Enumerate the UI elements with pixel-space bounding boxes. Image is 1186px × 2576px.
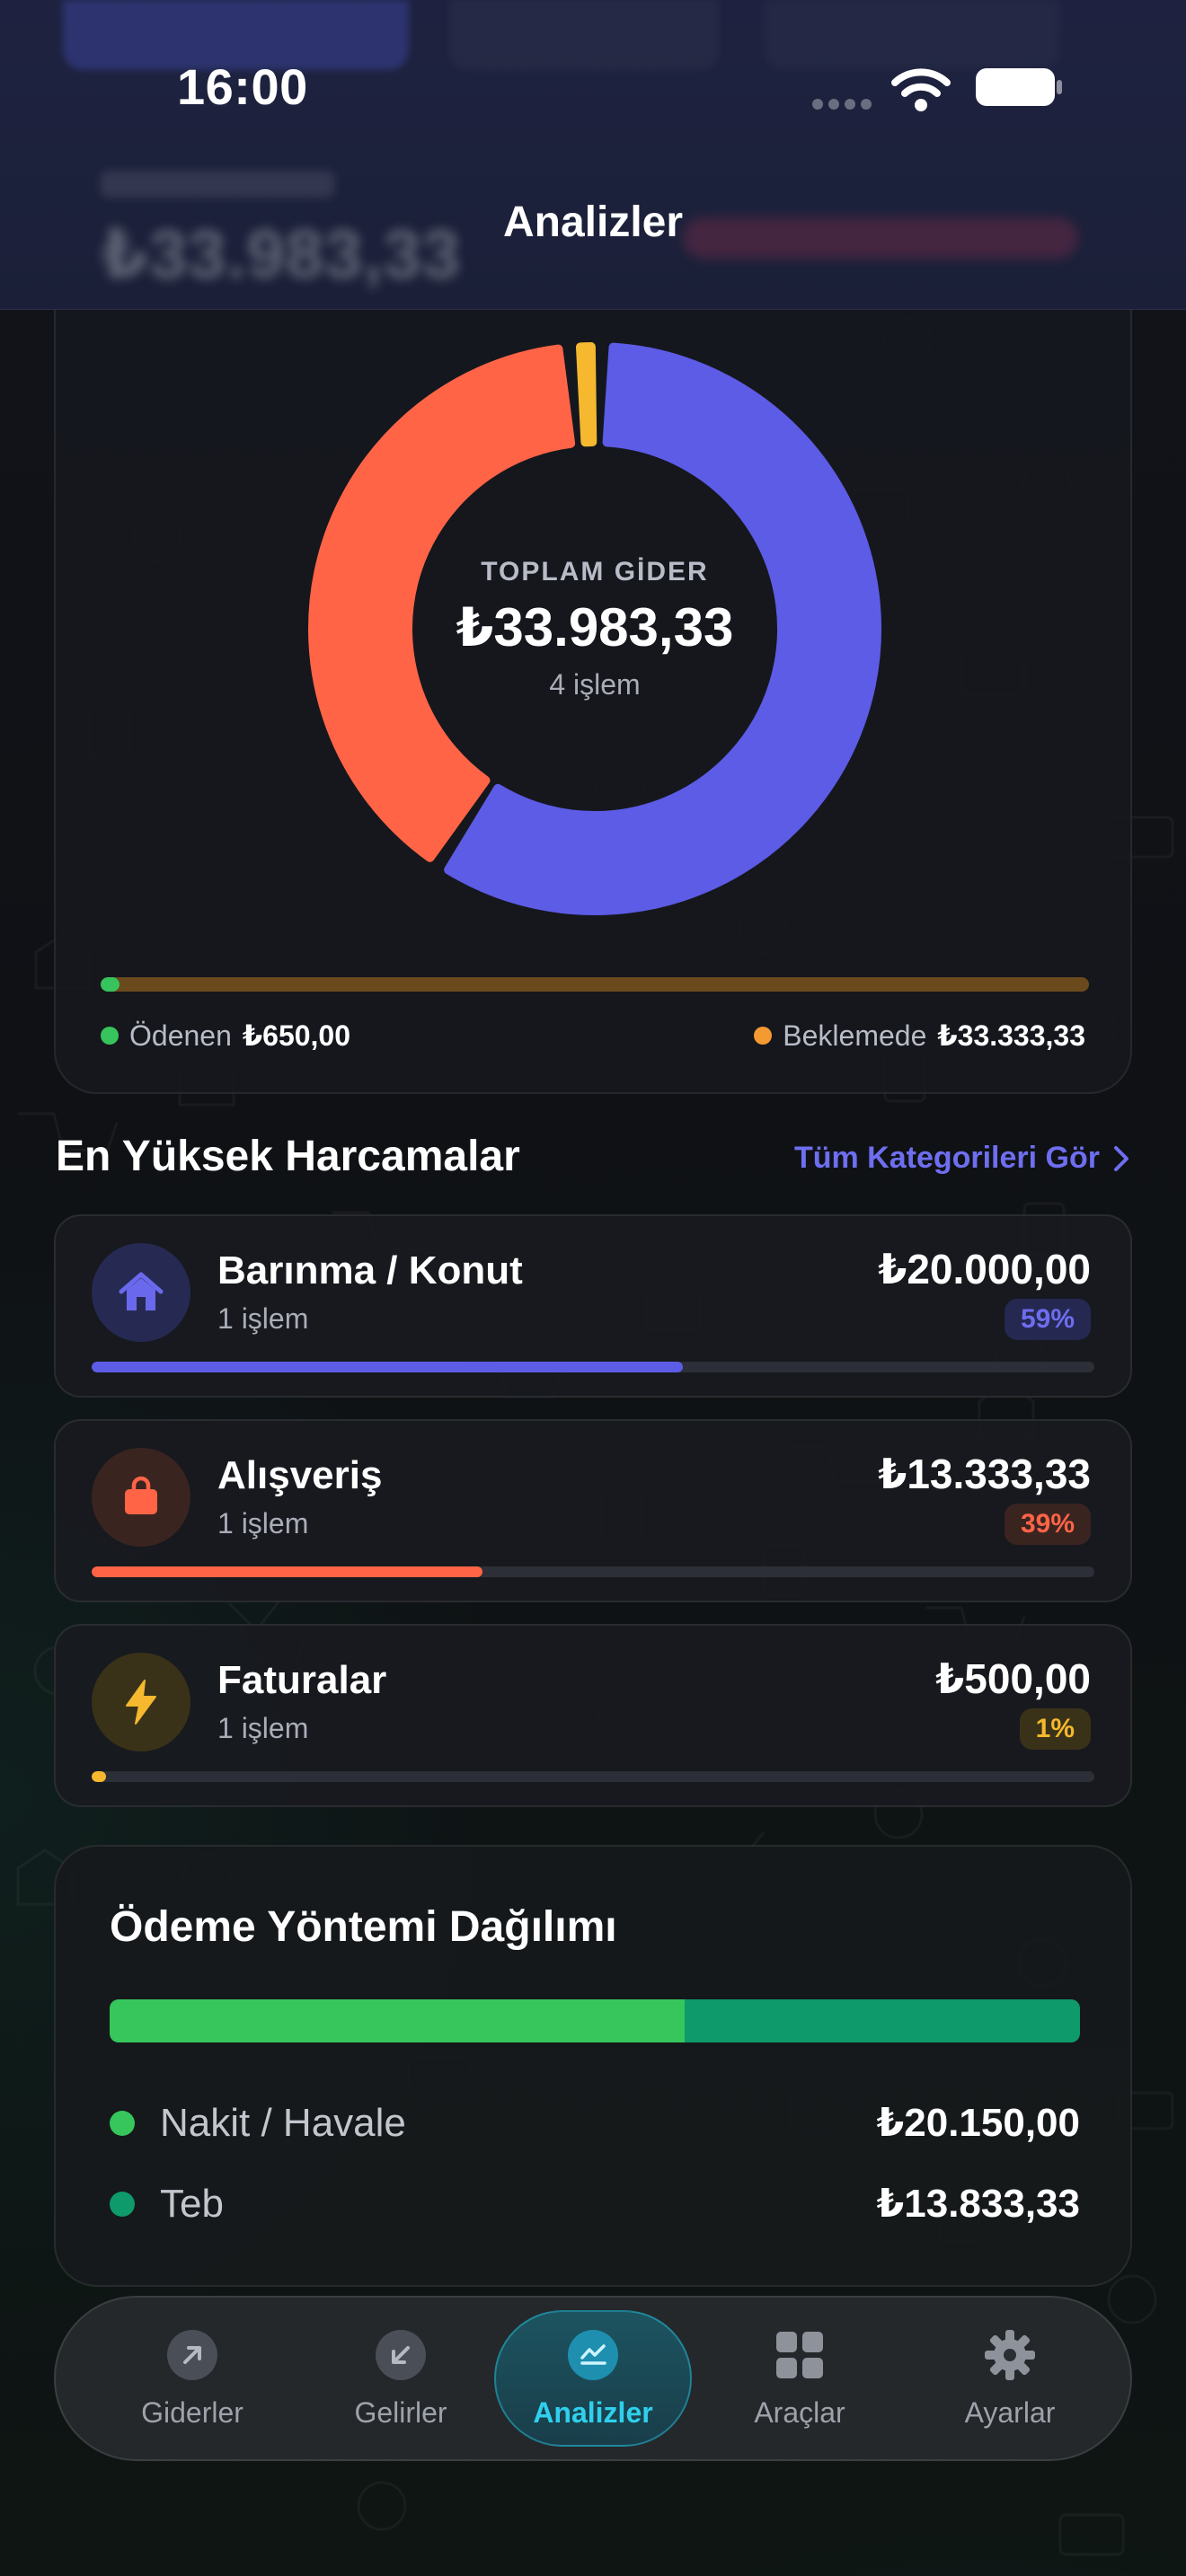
category-icon-shopping — [92, 1448, 190, 1547]
page-title: Analizler — [502, 198, 684, 246]
chart-icon — [568, 2329, 618, 2380]
legend-pending: Beklemede ₺33.333,33 — [754, 1019, 1085, 1053]
donut-total-amount: ₺33.983,33 — [456, 596, 734, 657]
category-count: 1 işlem — [217, 1302, 309, 1335]
tab-label: Ayarlar — [964, 2395, 1056, 2429]
category-progress-fill — [92, 1362, 684, 1372]
signal-icon — [812, 99, 872, 110]
category-amount: ₺13.333,33 — [878, 1451, 1091, 1497]
category-card-bills[interactable]: Faturalar 1 işlem ₺500,00 1% — [54, 1624, 1132, 1807]
pending-value: ₺33.333,33 — [937, 1019, 1085, 1052]
donut-transaction-count: 4 işlem — [549, 667, 641, 701]
arrow-up-right-icon — [167, 2329, 217, 2380]
tab-analytics[interactable]: Analizler — [494, 2310, 692, 2447]
see-all-label: Tüm Kategorileri Gör — [793, 1141, 1100, 1175]
arrow-down-left-icon — [376, 2329, 426, 2380]
chevron-right-icon — [1114, 1145, 1128, 1171]
category-progress-fill — [92, 1771, 106, 1782]
category-percent-badge: 1% — [1019, 1708, 1091, 1750]
payment-method-title: Ödeme Yöntemi Dağılımı — [110, 1903, 617, 1951]
teb-dot-icon — [110, 2191, 135, 2217]
lightning-icon — [126, 1680, 156, 1725]
cash-dot-icon — [110, 2110, 135, 2136]
payment-method-segment-2 — [685, 1999, 1080, 2042]
home-icon — [119, 1272, 164, 1310]
tab-expenses[interactable]: Giderler — [93, 2310, 291, 2447]
category-name: Alışveriş — [217, 1453, 383, 1497]
payment-progress-fill — [101, 977, 119, 992]
category-count: 1 işlem — [217, 1507, 309, 1539]
category-progress-fill — [92, 1566, 483, 1577]
payment-progress-bar — [101, 977, 1089, 992]
see-all-categories-link[interactable]: Tüm Kategorileri Gör — [794, 1141, 1130, 1176]
donut-caption: TOPLAM GİDER — [481, 556, 709, 587]
tab-tools[interactable]: Araçlar — [701, 2310, 898, 2447]
category-card-housing[interactable]: Barınma / Konut 1 işlem ₺20.000,00 59% — [54, 1214, 1132, 1398]
payment-method-amount: ₺20.150,00 — [876, 2101, 1080, 2145]
payment-method-name: Teb — [160, 2181, 224, 2226]
category-progress-bar — [92, 1771, 1094, 1782]
category-name: Faturalar — [217, 1658, 387, 1702]
category-percent-badge: 39% — [1004, 1504, 1091, 1545]
category-count: 1 işlem — [217, 1712, 309, 1744]
tab-label: Analizler — [533, 2395, 653, 2429]
gear-icon — [985, 2329, 1035, 2380]
wifi-icon — [891, 68, 951, 111]
payment-method-segment-1 — [110, 1999, 686, 2042]
paid-label: Ödenen — [129, 1019, 232, 1052]
tab-incomes[interactable]: Gelirler — [302, 2310, 500, 2447]
grid-icon — [776, 2331, 823, 2378]
tab-settings[interactable]: Ayarlar — [911, 2310, 1109, 2447]
payment-method-amount: ₺13.833,33 — [876, 2182, 1080, 2226]
legend-paid: Ödenen ₺650,00 — [101, 1019, 350, 1053]
category-amount: ₺20.000,00 — [878, 1246, 1091, 1292]
category-percent-badge: 59% — [1004, 1299, 1091, 1340]
payment-method-bar — [110, 1999, 1080, 2042]
donut-center: TOPLAM GİDER ₺33.983,33 4 işlem — [307, 341, 882, 916]
tab-label: Giderler — [141, 2395, 243, 2429]
battery-icon — [976, 68, 1062, 106]
expense-summary-card: TOPLAM GİDER ₺33.983,33 4 işlem Ödenen ₺… — [54, 269, 1132, 1094]
paid-value: ₺650,00 — [242, 1019, 351, 1052]
category-amount: ₺500,00 — [935, 1655, 1091, 1702]
tab-label: Araçlar — [754, 2395, 845, 2429]
payment-method-row: Nakit / Havale ₺20.150,00 — [110, 2100, 1080, 2146]
tab-bar: Giderler Gelirler Analizler Araçlar Ayar… — [54, 2296, 1132, 2461]
status-time: 16:00 — [177, 58, 308, 115]
payment-method-card: Ödeme Yöntemi Dağılımı Nakit / Havale ₺2… — [54, 1845, 1132, 2287]
shopping-bag-icon — [125, 1476, 157, 1514]
category-card-shopping[interactable]: Alışveriş 1 işlem ₺13.333,33 39% — [54, 1419, 1132, 1602]
category-icon-housing — [92, 1243, 190, 1342]
analytics-screen: TOPLAM GİDER ₺33.983,33 4 işlem Ödenen ₺… — [0, 0, 1186, 2576]
top-spending-title: En Yüksek Harcamalar — [56, 1133, 520, 1180]
tab-label: Gelirler — [354, 2395, 447, 2429]
pending-label: Beklemede — [783, 1019, 927, 1052]
payment-method-name: Nakit / Havale — [160, 2100, 406, 2145]
navigation-header: ₺33.983,33 16:00 Analizler — [0, 0, 1186, 310]
pending-dot-icon — [754, 1027, 773, 1045]
category-name: Barınma / Konut — [217, 1248, 523, 1292]
category-icon-bills — [92, 1653, 190, 1751]
payment-method-row: Teb ₺13.833,33 — [110, 2181, 1080, 2227]
category-progress-bar — [92, 1566, 1094, 1577]
paid-dot-icon — [101, 1027, 119, 1045]
category-progress-bar — [92, 1362, 1094, 1372]
